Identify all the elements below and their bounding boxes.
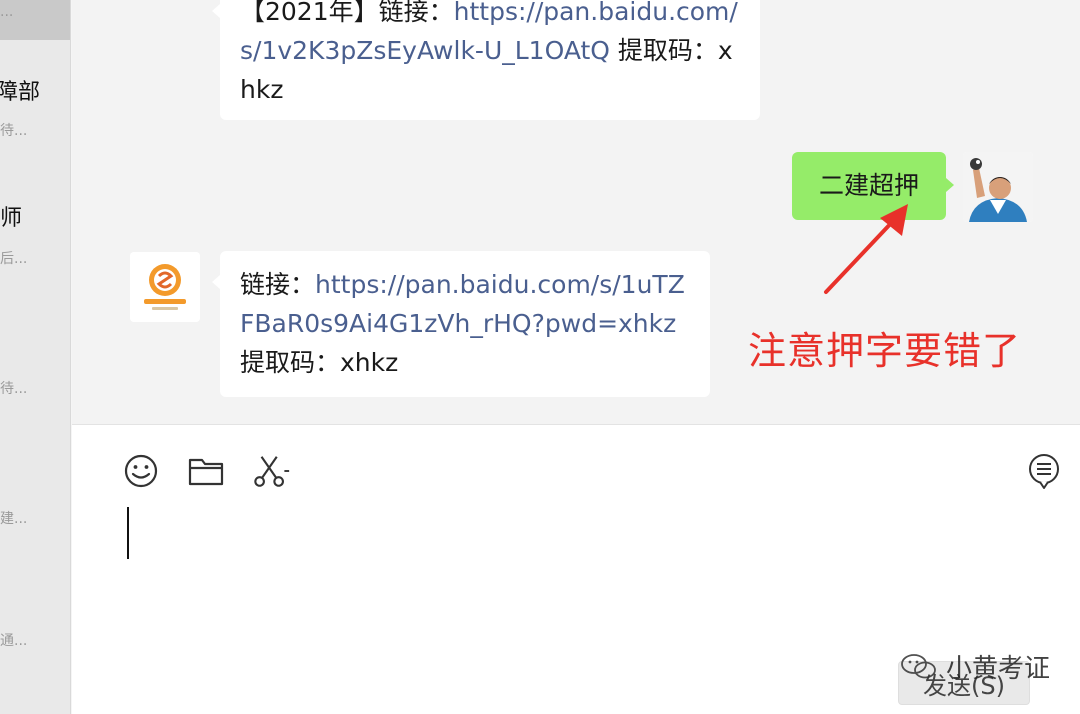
watermark: 小黄考证 — [900, 648, 1050, 685]
conversation-preview: 待... — [0, 381, 28, 397]
conversation-preview: ... — [0, 4, 14, 20]
emoji-icon — [124, 454, 158, 488]
conversation-item[interactable]: 待... — [0, 360, 70, 420]
brand-logo-icon — [130, 252, 200, 322]
my-avatar[interactable] — [963, 152, 1033, 222]
emoji-button[interactable] — [121, 451, 161, 491]
conversation-preview: 待... — [0, 123, 28, 139]
watermark-text: 小黄考证 — [946, 654, 1051, 684]
message-bubble-incoming[interactable]: 【2021年】链接：https://pan.baidu.com/s/1v2K3p… — [212, 0, 760, 120]
conversation-list: ... 障部 待... 师 后... 待... 建... 通... — [0, 0, 71, 714]
chat-history-button[interactable] — [1024, 451, 1064, 491]
conversation-item[interactable]: 建... — [0, 498, 70, 558]
message-prefix: 【2021年】链接： — [240, 0, 454, 26]
message-bubble-incoming[interactable]: 链接：https://pan.baidu.com/s/1uTZFBaR0s9Ai… — [212, 251, 710, 397]
send-file-button[interactable] — [186, 451, 226, 491]
red-arrow-icon — [824, 204, 908, 294]
conversation-item[interactable]: ... — [0, 0, 70, 40]
conversation-item[interactable]: 障部 待... — [0, 62, 70, 154]
person-avatar-icon — [963, 152, 1033, 222]
wechat-icon — [901, 653, 936, 678]
annotation-text: 注意押字要错了 — [748, 329, 1022, 373]
screenshot-button[interactable] — [252, 451, 292, 491]
conversation-name: 障部 — [0, 80, 41, 105]
folder-icon — [188, 458, 224, 486]
conversation-preview: 后... — [0, 251, 28, 267]
conversation-name: 师 — [0, 206, 23, 231]
conversation-item[interactable]: 通... — [0, 620, 70, 680]
conversation-item[interactable]: 师 后... — [0, 188, 70, 280]
message-extraction-code: 提取码：xhkz — [240, 348, 399, 377]
contact-avatar[interactable] — [130, 252, 200, 322]
message-prefix: 链接： — [240, 270, 316, 299]
conversation-preview: 通... — [0, 633, 28, 649]
text-cursor — [127, 507, 129, 559]
scissors-icon — [254, 456, 290, 487]
chat-history-icon — [1029, 454, 1059, 489]
conversation-preview: 建... — [0, 511, 28, 527]
